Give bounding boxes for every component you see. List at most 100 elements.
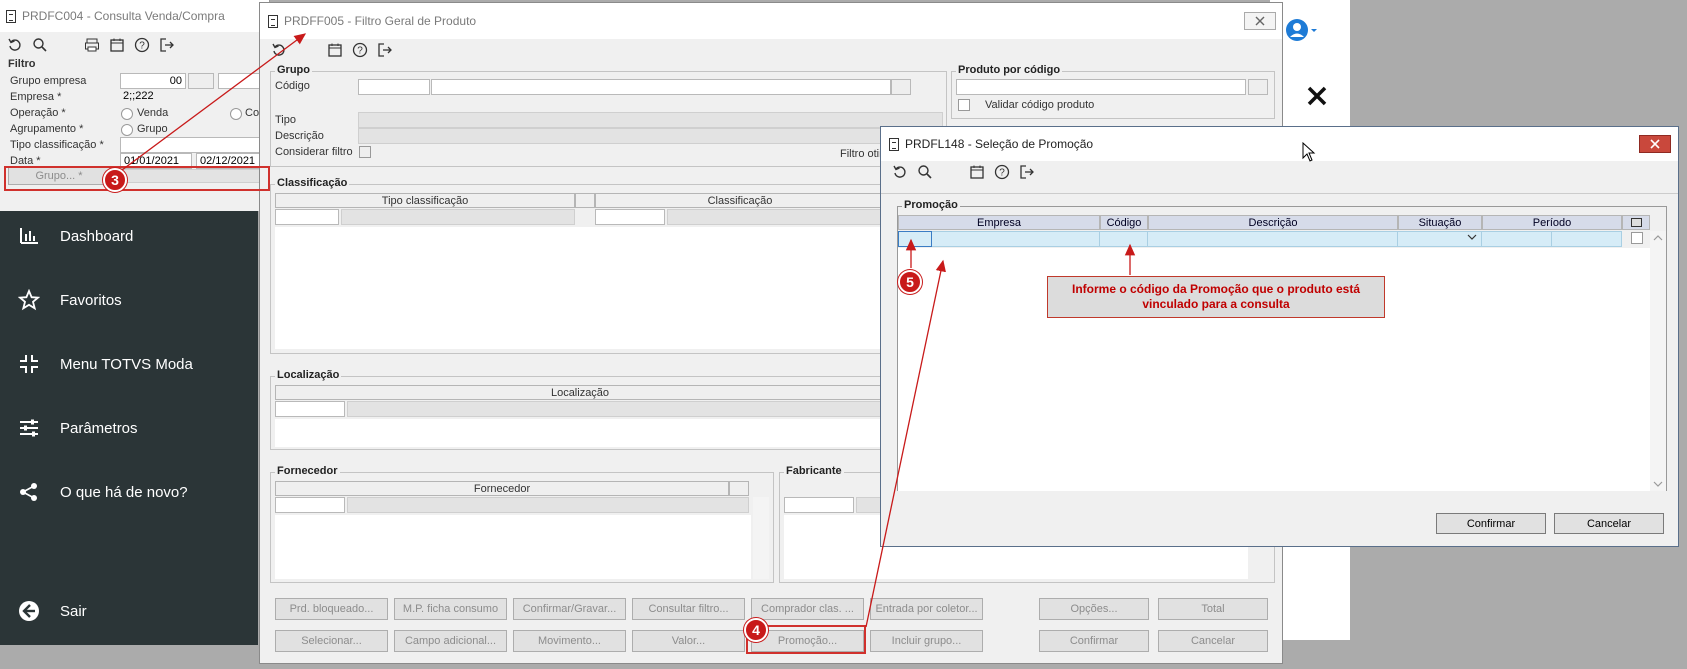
- promocao-scrollbar[interactable]: [1650, 231, 1666, 491]
- mp-ficha-consumo-button[interactable]: M.P. ficha consumo: [394, 598, 507, 620]
- descricao-column[interactable]: Descrição: [1148, 215, 1398, 230]
- nav-item-parametros[interactable]: Parâmetros: [18, 417, 138, 439]
- nav-item-sair[interactable]: Sair: [18, 600, 87, 622]
- calendar-icon[interactable]: [108, 36, 126, 54]
- grupo-empresa-lookup[interactable]: [188, 73, 214, 89]
- help-icon[interactable]: ?: [993, 163, 1011, 181]
- fabricante-row-field[interactable]: [784, 497, 854, 513]
- help-icon[interactable]: ?: [133, 36, 151, 54]
- help-icon[interactable]: ?: [351, 41, 369, 59]
- total-button[interactable]: Total: [1158, 598, 1268, 620]
- venda-radio[interactable]: [121, 108, 133, 120]
- search-icon[interactable]: [916, 163, 934, 181]
- undo-icon[interactable]: [270, 41, 288, 59]
- exit-icon[interactable]: [1018, 163, 1036, 181]
- tipo-classificacao-column[interactable]: Tipo classificação: [275, 193, 575, 208]
- movimento-button[interactable]: Movimento...: [513, 630, 626, 652]
- tipo-classificacao-field[interactable]: [120, 137, 270, 153]
- operacao-label: Operação *: [10, 107, 66, 119]
- select-all-column[interactable]: [1622, 215, 1650, 230]
- calendar-icon[interactable]: [326, 41, 344, 59]
- exit-icon[interactable]: [158, 36, 176, 54]
- codigo-label: Código: [275, 80, 310, 92]
- empresa-field[interactable]: 2;;222: [120, 89, 270, 105]
- grupo-empresa-field[interactable]: 00: [120, 73, 186, 89]
- tipo-classificacao-label: Tipo classificação *: [10, 139, 104, 151]
- classificacao-row-desc: [341, 209, 575, 225]
- search-icon[interactable]: [31, 36, 49, 54]
- periodo-column[interactable]: Período: [1482, 215, 1622, 230]
- situacao-cell[interactable]: [1398, 231, 1482, 247]
- localizacao-row-field[interactable]: [275, 401, 345, 417]
- empresa-cell[interactable]: [898, 231, 932, 247]
- nav-label: O que há de novo?: [60, 483, 188, 501]
- nav-item-dashboard[interactable]: Dashboard: [18, 225, 133, 247]
- sort-icon[interactable]: [575, 193, 595, 208]
- consultar-filtro-button[interactable]: Consultar filtro...: [632, 598, 745, 620]
- promo-confirmar-button[interactable]: Confirmar: [1436, 513, 1546, 534]
- grupo-lookup-button[interactable]: [891, 79, 911, 95]
- valor-button[interactable]: Valor...: [632, 630, 745, 652]
- prd-bloqueado-button[interactable]: Prd. bloqueado...: [275, 598, 388, 620]
- entrada-por-coletor-button[interactable]: Entrada por coletor...: [870, 598, 983, 620]
- empresa-column[interactable]: Empresa: [898, 215, 1100, 230]
- confirmar-gravar-button[interactable]: Confirmar/Gravar...: [513, 598, 626, 620]
- localizacao-grid[interactable]: [275, 419, 885, 447]
- step-4-badge: 4: [744, 618, 768, 642]
- cancelar-button[interactable]: Cancelar: [1158, 630, 1268, 652]
- periodo-fim-cell[interactable]: [1552, 231, 1622, 247]
- undo-icon[interactable]: [891, 163, 909, 181]
- fornecedor-scrollbar[interactable]: [753, 497, 769, 579]
- nav-item-menu-totvs[interactable]: Menu TOTVS Moda: [18, 353, 193, 375]
- nav-label: Menu TOTVS Moda: [60, 355, 193, 373]
- situacao-column[interactable]: Situação: [1398, 215, 1482, 230]
- localizacao-column[interactable]: Localização: [275, 385, 885, 400]
- comprador-clas-button[interactable]: Comprador clas. ...: [751, 598, 864, 620]
- descricao-cell[interactable]: [1148, 231, 1398, 247]
- periodo-inicio-cell[interactable]: [1482, 231, 1552, 247]
- codigo-cell[interactable]: [1100, 231, 1148, 247]
- nav-item-favoritos[interactable]: Favoritos: [18, 289, 122, 311]
- promo-window-close-button[interactable]: [1639, 135, 1671, 153]
- opcoes-button[interactable]: Opções...: [1039, 598, 1149, 620]
- grupo-codigo-desc[interactable]: [431, 79, 891, 95]
- produto-codigo-field[interactable]: [956, 79, 1246, 95]
- validar-codigo-label: Validar código produto: [985, 99, 1095, 111]
- calendar-icon[interactable]: [968, 163, 986, 181]
- close-x-icon[interactable]: [1305, 84, 1329, 111]
- promo-cancelar-button[interactable]: Cancelar: [1554, 513, 1664, 534]
- classificacao-grid[interactable]: [275, 227, 885, 349]
- classificacao-row-field2[interactable]: [595, 209, 665, 225]
- undo-icon[interactable]: [6, 36, 24, 54]
- nav-item-novidades[interactable]: O que há de novo?: [18, 481, 188, 503]
- compra-radio[interactable]: [230, 108, 242, 120]
- grupo-radio[interactable]: [121, 124, 133, 136]
- fornecedor-row-field[interactable]: [275, 497, 345, 513]
- promo-window: PRDFL148 - Seleção de Promoção ? Promoçã…: [880, 126, 1679, 547]
- codigo-column[interactable]: Código: [1100, 215, 1148, 230]
- star-icon: [18, 289, 40, 311]
- fornecedor-column[interactable]: Fornecedor: [275, 481, 729, 496]
- fornecedor-grid[interactable]: [275, 515, 751, 579]
- incluir-grupo-button[interactable]: Incluir grupo...: [870, 630, 983, 652]
- empresa-desc-cell[interactable]: [932, 231, 1100, 247]
- classificacao-row-field[interactable]: [275, 209, 339, 225]
- classificacao-row-desc2: [667, 209, 885, 225]
- confirmar-button[interactable]: Confirmar: [1039, 630, 1149, 652]
- chevron-down-icon[interactable]: [1467, 232, 1477, 245]
- sort-icon[interactable]: [729, 481, 749, 496]
- filter-window-close-button[interactable]: [1244, 12, 1276, 30]
- considerar-filtro-checkbox[interactable]: [359, 146, 371, 158]
- validar-codigo-checkbox[interactable]: [958, 99, 970, 111]
- exit-icon[interactable]: [376, 41, 394, 59]
- produto-lookup-button[interactable]: [1248, 79, 1268, 95]
- user-avatar-icon[interactable]: [1285, 18, 1319, 47]
- grupo-codigo-field[interactable]: [358, 79, 430, 95]
- compress-icon: [18, 353, 40, 375]
- campo-adicional-button[interactable]: Campo adicional...: [394, 630, 507, 652]
- print-icon[interactable]: [83, 36, 101, 54]
- classificacao-column[interactable]: Classificação: [595, 193, 885, 208]
- selecionar-button[interactable]: Selecionar...: [275, 630, 388, 652]
- promocao-callout: Informe o código da Promoção que o produ…: [1047, 276, 1385, 318]
- row-select-checkbox[interactable]: [1631, 232, 1643, 244]
